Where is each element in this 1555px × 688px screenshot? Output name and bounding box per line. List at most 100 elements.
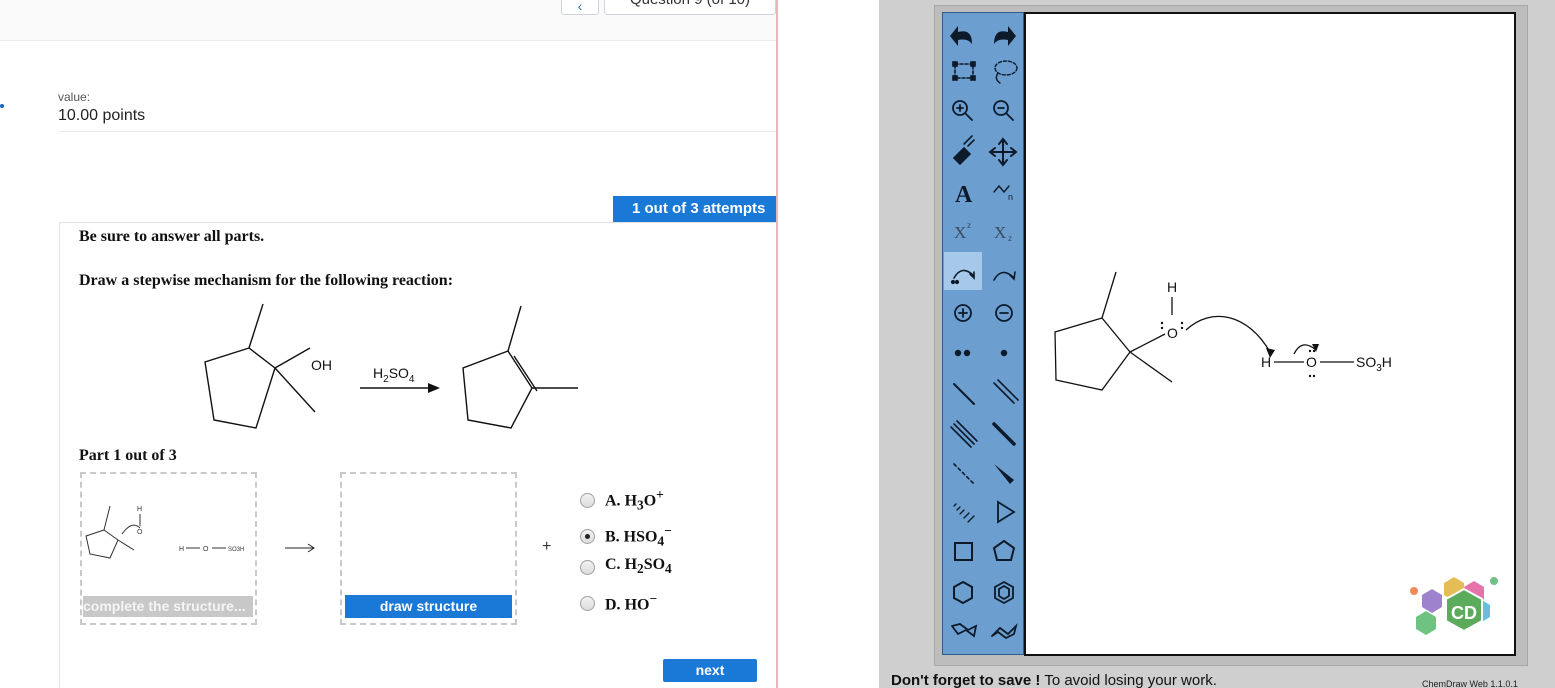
arrow-head	[428, 383, 440, 393]
atom-h-label[interactable]: H	[1167, 279, 1177, 295]
canvas-drawing: H O H O SO3H	[1054, 271, 1392, 391]
marquee-select-icon[interactable]	[952, 61, 976, 81]
answer-arrow	[285, 543, 315, 553]
svg-text:A: A	[955, 182, 973, 208]
option-b[interactable]: B. HSO4−	[580, 522, 672, 549]
redo-icon[interactable]	[994, 26, 1016, 46]
instruction-answer-all: Be sure to answer all parts.	[79, 228, 265, 245]
chair-conformation-alt-icon[interactable]	[991, 623, 1018, 640]
instruction-mechanism: Draw a stepwise mechanism for the follow…	[79, 272, 454, 289]
option-d[interactable]: D. HO−	[580, 591, 658, 614]
zoom-in-icon[interactable]	[952, 100, 973, 121]
next-button[interactable]: next	[663, 659, 757, 682]
hashed-wedge-bond-icon[interactable]	[953, 503, 975, 523]
svg-text:z: z	[1008, 234, 1012, 243]
divider	[58, 131, 778, 132]
triple-bond-icon[interactable]	[950, 420, 978, 448]
radio-button[interactable]	[580, 492, 595, 508]
benzene-icon[interactable]	[994, 580, 1014, 605]
chemdraw-canvas[interactable]: H O H O SO3H	[1024, 12, 1516, 656]
lone-pair-icon[interactable]	[954, 349, 971, 357]
single-bond-icon[interactable]	[953, 383, 975, 405]
so3h-label[interactable]: SO3H	[1356, 354, 1392, 374]
option-a[interactable]: A. H3O+	[580, 486, 664, 513]
question-panel: ‹ Question 9 (of 10) value: 10.00 points…	[0, 0, 778, 688]
chain-icon[interactable]: n	[993, 184, 1013, 202]
wedge-bond-icon[interactable]	[994, 464, 1014, 484]
radio-button-selected[interactable]	[580, 528, 595, 544]
attempts-badge: 1 out of 3 attempts	[613, 196, 778, 222]
methyl-bond	[274, 367, 316, 413]
draw-structure-button[interactable]: draw structure	[345, 595, 512, 618]
svg-text:z: z	[967, 221, 971, 230]
reaction-scheme: OH H2SO4	[204, 303, 578, 429]
option-label: B. HSO4−	[605, 522, 672, 549]
hexagon-icon[interactable]	[953, 580, 973, 605]
reactant-ring	[204, 347, 276, 429]
svg-text:n: n	[1008, 192, 1013, 202]
methyl-bond	[507, 305, 522, 352]
previous-question-button[interactable]: ‹	[561, 0, 599, 15]
product-ring	[462, 350, 533, 429]
curved-arrow[interactable]	[1185, 315, 1271, 353]
option-label: A. H3O+	[605, 486, 664, 513]
option-c[interactable]: C. H2SO4	[580, 556, 672, 578]
option-label: D. HO−	[605, 591, 658, 614]
plus-sign: +	[542, 538, 552, 555]
positive-charge-icon[interactable]	[954, 304, 972, 322]
svg-text:O: O	[137, 529, 143, 536]
screen: ‹ Question 9 (of 10) value: 10.00 points…	[0, 0, 1555, 688]
panel-gap	[778, 0, 879, 688]
svg-text:X: X	[954, 223, 966, 242]
structure-thumbnail: H O H O SO3H	[85, 505, 314, 559]
curved-arrow-small[interactable]	[1293, 344, 1317, 355]
double-bond-icon[interactable]	[993, 379, 1019, 404]
negative-charge-icon[interactable]	[995, 304, 1013, 322]
atom-o-label[interactable]: O	[1306, 354, 1317, 370]
value-points: 10.00 points	[58, 107, 146, 124]
zoom-out-icon[interactable]	[993, 100, 1014, 121]
chevron-left-icon: ‹	[577, 0, 583, 14]
reagent-label: H2SO4	[373, 365, 415, 385]
svg-text:H: H	[137, 506, 142, 513]
lasso-select-icon[interactable]	[994, 60, 1018, 84]
bullet-marker	[0, 104, 4, 108]
text-icon[interactable]: A	[955, 182, 973, 208]
option-label: C. H2SO4	[605, 556, 672, 577]
chemdraw-logo: CD	[1410, 577, 1498, 635]
svg-text:O: O	[203, 546, 209, 553]
toolbar-icons: A n Xz Xz	[944, 26, 1019, 640]
version-label: ChemDraw Web 1.1.0.1	[1422, 679, 1518, 688]
triangle-icon[interactable]	[997, 500, 1016, 524]
methyl-bond	[248, 303, 264, 349]
ring-structure[interactable]	[1054, 317, 1131, 391]
move-icon[interactable]	[988, 137, 1018, 167]
svg-text:H: H	[179, 546, 184, 553]
atom-o-label[interactable]: O	[1167, 325, 1178, 341]
double-bond-line	[513, 355, 538, 392]
pentagon-icon[interactable]	[992, 539, 1016, 561]
value-caption: value:	[58, 90, 91, 104]
bold-bond-icon[interactable]	[992, 422, 1016, 446]
atom-h-label[interactable]: H	[1261, 354, 1271, 370]
hydroxyl-label: OH	[311, 357, 332, 373]
hydroxyl-bond	[274, 347, 311, 369]
square-icon[interactable]	[954, 542, 973, 561]
dashed-bond-icon[interactable]	[953, 463, 975, 485]
eraser-icon[interactable]	[952, 135, 975, 166]
radical-icon[interactable]	[1000, 349, 1008, 357]
chair-conformation-icon[interactable]	[951, 623, 978, 638]
save-warning: Don't forget to save ! To avoid losing y…	[891, 672, 1217, 688]
radio-button[interactable]	[580, 559, 595, 575]
svg-text:SO3H: SO3H	[228, 547, 244, 553]
complete-structure-button[interactable]: complete the structure...	[83, 596, 253, 617]
subscript-icon[interactable]: Xz	[994, 223, 1012, 243]
undo-icon[interactable]	[950, 26, 972, 46]
question-counter[interactable]: Question 9 (of 10)	[604, 0, 776, 15]
single-electron-arrow-icon[interactable]	[993, 271, 1016, 281]
svg-text:X: X	[994, 223, 1006, 242]
logo-text: CD	[1451, 603, 1477, 623]
superscript-icon[interactable]: Xz	[954, 221, 971, 242]
part-label: Part 1 out of 3	[79, 447, 177, 464]
radio-button[interactable]	[580, 595, 595, 611]
